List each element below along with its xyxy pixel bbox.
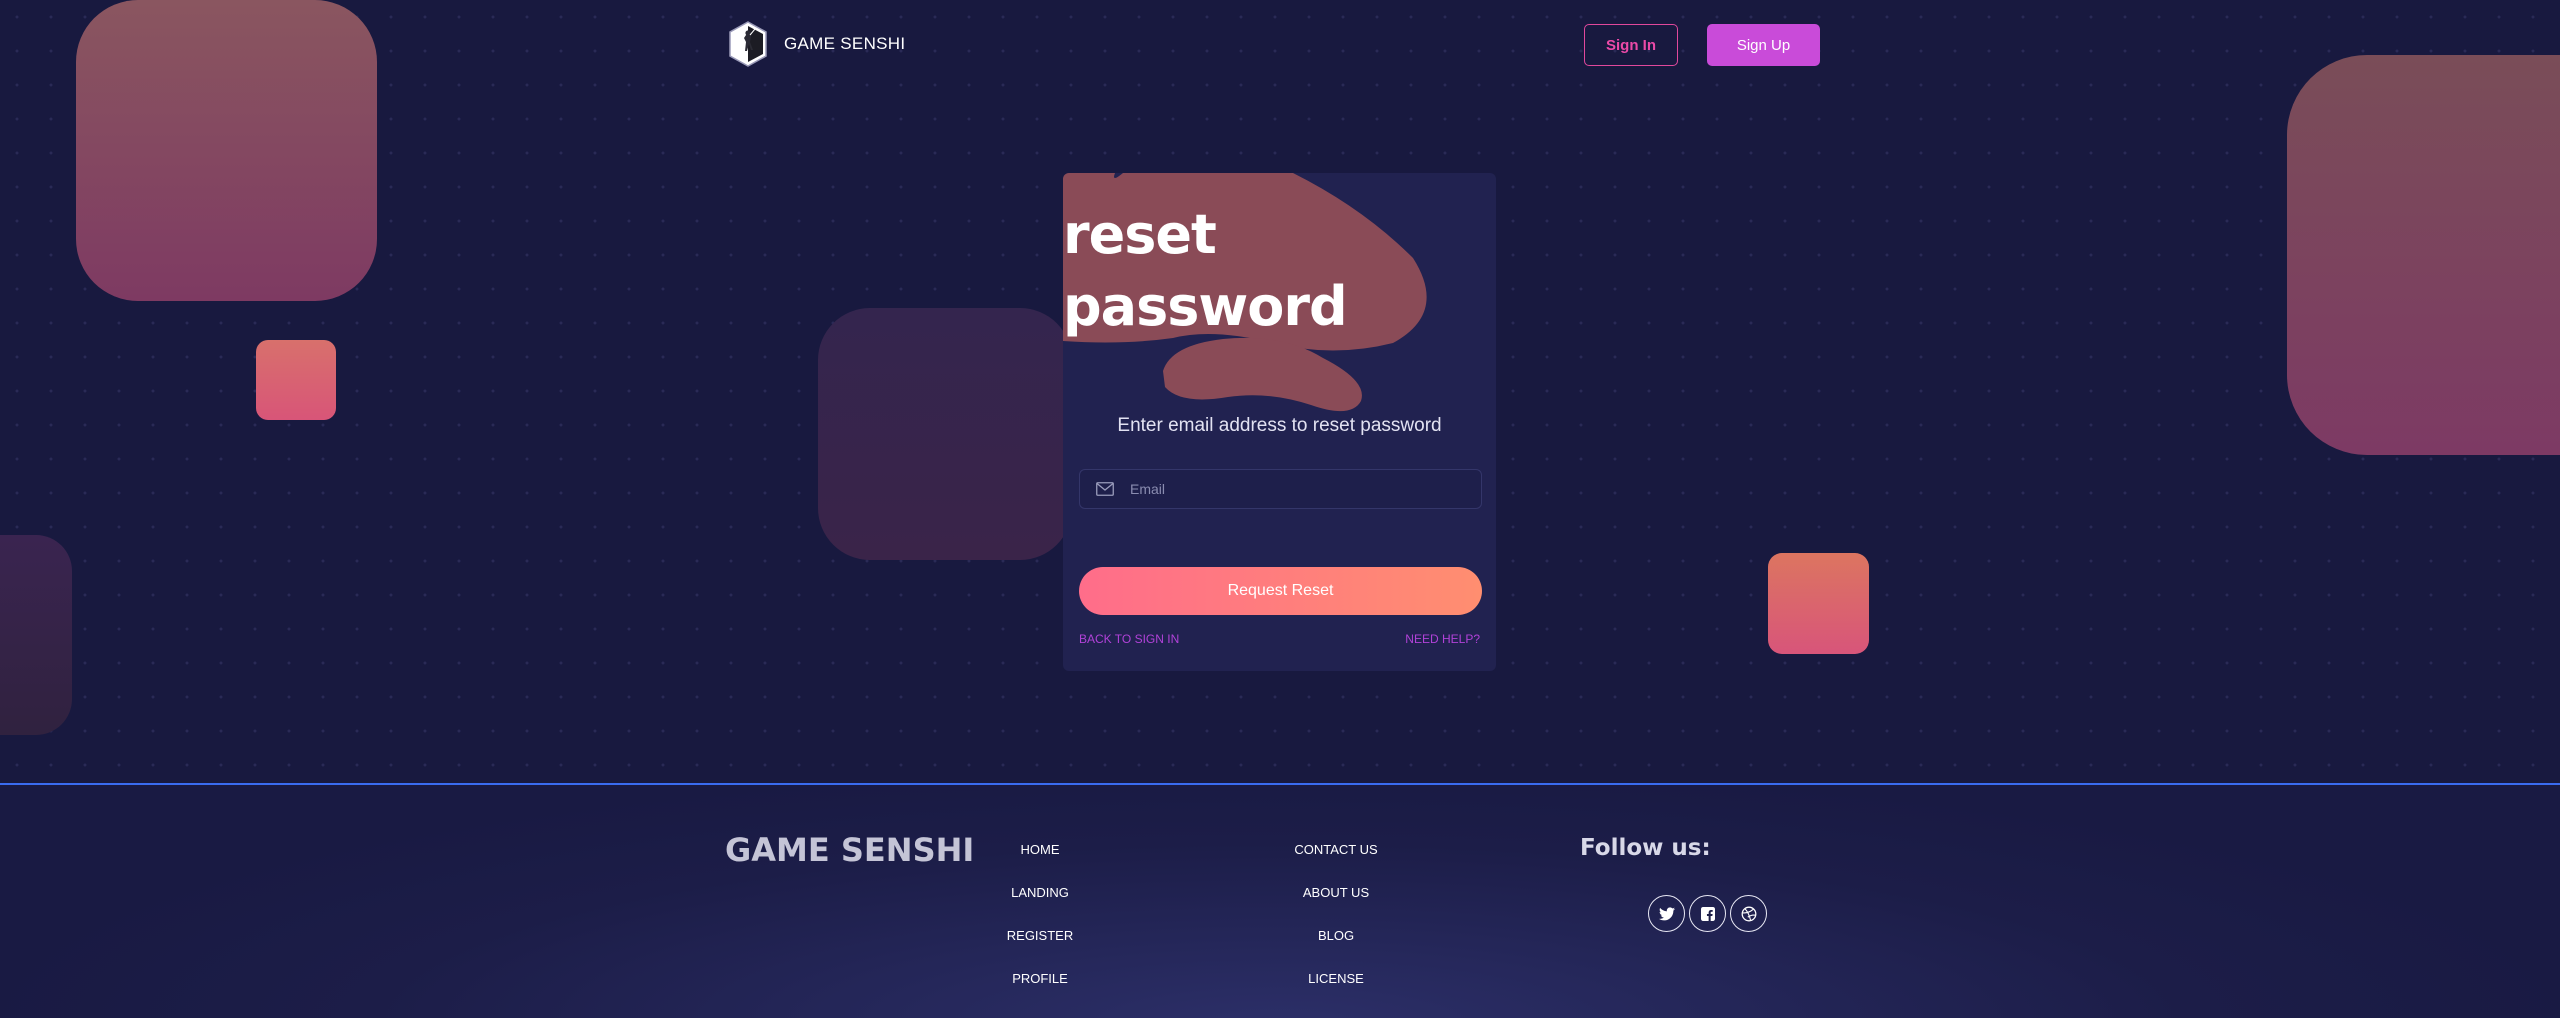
decorative-square bbox=[818, 308, 1072, 560]
brand-name: GAME SENSHI bbox=[784, 34, 906, 53]
envelope-icon bbox=[1096, 482, 1114, 496]
decorative-square bbox=[0, 535, 72, 735]
dribbble-icon bbox=[1741, 906, 1756, 921]
footer-link-blog[interactable]: BLOG bbox=[1256, 928, 1416, 971]
email-field[interactable] bbox=[1079, 469, 1482, 509]
facebook-button[interactable] bbox=[1689, 895, 1726, 932]
follow-heading: Follow us: bbox=[1580, 835, 1711, 861]
sign-in-button[interactable]: Sign In bbox=[1584, 24, 1678, 66]
decorative-square bbox=[256, 340, 336, 420]
request-reset-button[interactable]: Request Reset bbox=[1079, 567, 1482, 615]
title-line: reset bbox=[1063, 203, 1217, 266]
twitter-button[interactable] bbox=[1648, 895, 1685, 932]
dribbble-button[interactable] bbox=[1730, 895, 1767, 932]
footer-link-about[interactable]: ABOUT US bbox=[1256, 885, 1416, 928]
page-title: reset password bbox=[1063, 199, 1403, 343]
ninja-logo-icon bbox=[729, 21, 767, 67]
facebook-icon bbox=[1700, 906, 1715, 921]
decorative-square bbox=[2287, 55, 2560, 455]
decorative-square bbox=[1768, 553, 1869, 654]
brand-link[interactable]: GAME SENSHI bbox=[726, 20, 905, 68]
reset-password-card: reset password Enter email address to re… bbox=[1063, 173, 1496, 671]
sign-up-button[interactable]: Sign Up bbox=[1707, 24, 1820, 66]
footer-link-contact[interactable]: CONTACT US bbox=[1256, 842, 1416, 885]
footer-link-home[interactable]: HOME bbox=[960, 842, 1120, 885]
footer-brand: GAME SENSHI bbox=[725, 831, 975, 869]
footer-link-register[interactable]: REGISTER bbox=[960, 928, 1120, 971]
footer-nav-column: CONTACT US ABOUT US BLOG LICENSE bbox=[1256, 842, 1416, 1014]
footer-nav-column: HOME LANDING REGISTER PROFILE bbox=[960, 842, 1120, 1014]
instruction-text: Enter email address to reset password bbox=[1117, 415, 1442, 436]
footer-link-landing[interactable]: LANDING bbox=[960, 885, 1120, 928]
need-help-link[interactable]: NEED HELP? bbox=[1405, 632, 1480, 646]
title-line: password bbox=[1063, 275, 1348, 338]
twitter-icon bbox=[1658, 906, 1675, 920]
footer: GAME SENSHI HOME LANDING REGISTER PROFIL… bbox=[0, 783, 2560, 1018]
email-input[interactable] bbox=[1130, 481, 1481, 497]
social-links bbox=[1648, 895, 1767, 932]
footer-link-license[interactable]: LICENSE bbox=[1256, 971, 1416, 1014]
footer-link-profile[interactable]: PROFILE bbox=[960, 971, 1120, 1014]
decorative-square bbox=[76, 0, 377, 301]
back-to-sign-in-link[interactable]: BACK TO SIGN IN bbox=[1079, 632, 1179, 646]
